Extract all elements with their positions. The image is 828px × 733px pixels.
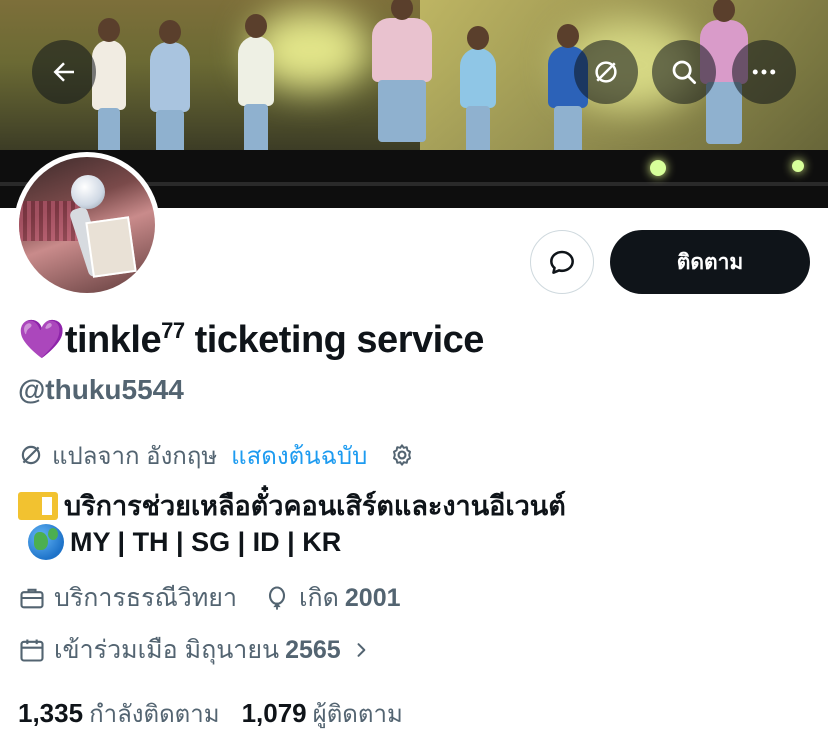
translated-from-label: แปลจาก อังกฤษ (52, 442, 218, 470)
translation-row: แปลจาก อังกฤษ แสดงต้นฉบับ (18, 440, 415, 470)
calendar-icon (20, 639, 44, 662)
banner-performer (460, 26, 496, 168)
follow-stats: 1,335 กำลังติดตาม 1,079 ผู้ติดตาม (18, 694, 425, 733)
born-label: เกิด (298, 584, 339, 612)
more-button[interactable] (732, 40, 796, 104)
globe-icon (28, 524, 64, 560)
banner-performer (92, 18, 126, 170)
display-name: 💜tinkle77 ticketing service (18, 318, 484, 361)
avatar-image (19, 157, 155, 293)
user-handle: @thuku5544 (18, 374, 184, 405)
balloon-icon (268, 586, 286, 610)
category-label: บริการธรณีวิทยา (54, 584, 237, 612)
banner-performer (150, 20, 190, 172)
message-bubble-icon (550, 250, 574, 274)
joined-row[interactable]: เข้าร่วมเมือ มิถุนายน 2565 (18, 630, 379, 670)
translate-off-icon (21, 445, 41, 465)
born-year: 2001 (344, 583, 401, 612)
gear-icon[interactable] (389, 442, 415, 468)
follow-button[interactable]: ติดตาม (610, 230, 810, 294)
category-item: บริการธรณีวิทยา (18, 578, 237, 618)
following-label: กำลังติดตาม (89, 701, 220, 728)
stage-light (650, 160, 666, 176)
profile-avatar[interactable] (14, 152, 160, 298)
joined-label: เข้าร่วมเมือ มิถุนายน (54, 636, 280, 664)
message-button[interactable] (530, 230, 594, 294)
following-stat[interactable]: 1,335 กำลังติดตาม (18, 694, 220, 733)
banner-performer (372, 0, 432, 142)
translate-off-icon (595, 61, 617, 83)
search-button[interactable] (652, 40, 716, 104)
more-horizontal-icon (752, 69, 776, 75)
stage-light (792, 160, 804, 172)
followers-label: ผู้ติดตาม (312, 701, 403, 728)
arrow-left-icon (53, 62, 74, 82)
name-emoji: 💜 (18, 319, 65, 361)
birth-item: เกิด 2001 (263, 578, 401, 618)
following-count: 1,335 (18, 698, 84, 728)
bio-line-1: บริการช่วยเหลือตั๋วคอนเสิร์ตและงานอีเวนต… (18, 484, 566, 527)
followers-count: 1,079 (241, 698, 307, 728)
bio-line-2: MY | TH | SG | ID | KR (28, 524, 341, 560)
banner-performer (238, 14, 274, 166)
ticket-icon (18, 491, 58, 520)
profile-meta: บริการธรณีวิทยา เกิด 2001 (18, 578, 427, 618)
back-button[interactable] (32, 40, 96, 104)
followers-stat[interactable]: 1,079 ผู้ติดตาม (242, 694, 403, 733)
chevron-right-icon (357, 643, 366, 657)
search-icon (672, 60, 696, 84)
translate-toggle-button[interactable] (574, 40, 638, 104)
briefcase-icon (20, 588, 44, 609)
show-original-link[interactable]: แสดงต้นฉบับ (231, 436, 367, 475)
joined-year: 2565 (285, 635, 341, 664)
